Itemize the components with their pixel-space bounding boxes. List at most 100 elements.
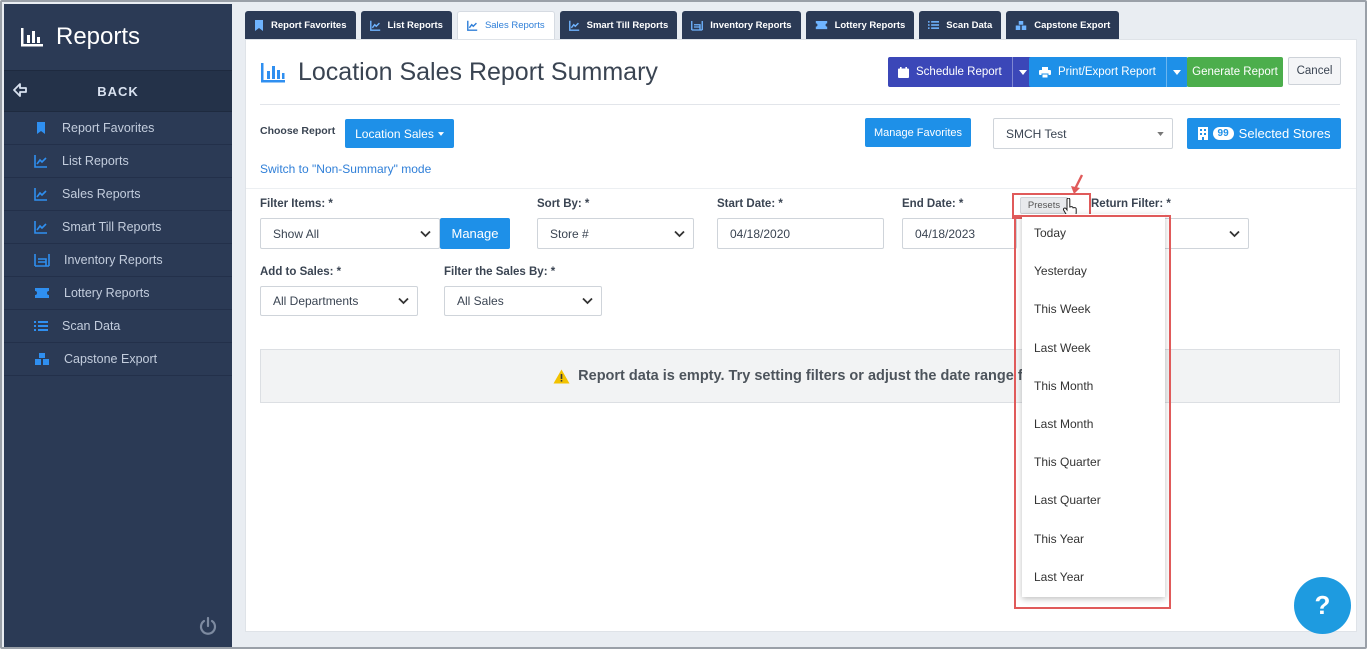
sidebar-item-label: Inventory Reports [64,253,163,267]
print-export-button[interactable]: Print/Export Report [1029,57,1188,87]
chevron-down-icon [1229,230,1240,237]
choose-report-label: Choose Report [260,125,336,137]
chevron-down-icon [420,230,431,237]
sidebar-item-list-reports[interactable]: List Reports [4,145,232,178]
tab-capstone-export[interactable]: Capstone Export [1006,11,1120,39]
chevron-down-icon [398,297,409,305]
report-tabs: Report Favorites List Reports Sales Repo… [245,11,1120,39]
tab-label: Report Favorites [271,19,347,31]
line-chart-icon [369,20,380,31]
sidebar-header: Reports [4,4,232,70]
sidebar-item-inventory-reports[interactable]: Inventory Reports [4,244,232,277]
ticket-icon [815,20,827,30]
cubes-icon [35,353,49,365]
tab-label: Capstone Export [1034,19,1111,31]
caret-down-icon [437,131,444,136]
line-chart-icon [34,155,47,168]
bar-chart-icon [261,62,285,82]
print-dropdown-caret[interactable] [1165,57,1188,87]
report-panel: Location Sales Report Summary Schedule R… [245,39,1357,632]
tab-label: Lottery Reports [834,19,906,31]
filter-sales-by-select[interactable]: All Sales [444,286,602,316]
sidebar-item-label: Report Favorites [62,121,155,135]
stores-count-badge: 99 [1212,127,1234,140]
presets-dropdown-highlight [1014,215,1171,609]
store-group-value: SMCH Test [1006,126,1067,141]
back-button[interactable]: BACK [4,70,232,112]
tab-list-reports[interactable]: List Reports [360,11,452,39]
sidebar-item-label: List Reports [62,154,129,168]
filter-sales-by-value: All Sales [457,294,504,308]
annotation-arrow-icon [1071,174,1084,194]
selected-stores-button[interactable]: 99 Selected Stores [1187,118,1341,149]
list-icon [34,321,48,331]
ticket-icon [35,288,49,298]
cancel-button[interactable]: Cancel [1288,57,1341,85]
tab-label: Smart Till Reports [586,19,669,31]
sidebar-item-sales-reports[interactable]: Sales Reports [4,178,232,211]
chevron-down-icon [674,230,685,237]
sidebar-item-scan-data[interactable]: Scan Data [4,310,232,343]
cubes-icon [1015,20,1027,30]
tab-report-favorites[interactable]: Report Favorites [245,11,356,39]
sidebar-item-smart-till-reports[interactable]: Smart Till Reports [4,211,232,244]
sidebar-item-lottery-reports[interactable]: Lottery Reports [4,277,232,310]
sort-by-select[interactable]: Store # [537,218,694,249]
tab-lottery-reports[interactable]: Lottery Reports [805,11,915,39]
calendar-icon [898,66,909,78]
manage-button[interactable]: Manage [440,218,510,249]
start-date-input[interactable]: 04/18/2020 [717,218,884,249]
line-chart-icon [467,20,478,31]
generate-report-button[interactable]: Generate Report [1187,57,1283,87]
return-filter-select[interactable] [1161,218,1249,249]
power-icon[interactable] [198,616,218,636]
print-export-label: Print/Export Report [1058,66,1156,78]
choose-report-dropdown[interactable]: Location Sales [345,119,454,148]
sort-by-label: Sort By: * [537,198,590,210]
end-date-input[interactable]: 04/18/2023 [902,218,1017,249]
tab-label: List Reports [387,19,443,31]
building-icon [1197,127,1208,140]
tab-scan-data[interactable]: Scan Data [919,11,1002,39]
non-summary-mode-link[interactable]: Switch to "Non-Summary" mode [260,162,431,176]
line-chart-icon [34,221,47,234]
help-button[interactable]: ? [1294,577,1351,634]
sidebar-item-label: Lottery Reports [64,286,150,300]
presets-button[interactable]: Presets [1020,197,1068,214]
empty-report-message: Report data is empty. Try setting filter… [578,368,1047,384]
warning-icon [553,369,570,383]
sort-by-value: Store # [550,226,589,241]
tab-inventory-reports[interactable]: Inventory Reports [682,11,801,39]
add-to-sales-select[interactable]: All Departments [260,286,418,316]
page-title-text: Location Sales Report Summary [298,58,658,86]
page-title: Location Sales Report Summary [260,58,658,87]
schedule-report-button[interactable]: Schedule Report [888,57,1034,87]
add-to-sales-value: All Departments [273,294,359,308]
start-date-label: Start Date: * [717,198,783,210]
caret-down-icon [1157,131,1164,136]
store-group-select[interactable]: SMCH Test [993,118,1173,149]
manage-favorites-button[interactable]: Manage Favorites [865,118,971,147]
list-icon [928,21,940,29]
sidebar-title: Reports [56,23,141,50]
bookmark-icon [37,122,45,134]
warehouse-icon [34,254,50,267]
bar-chart-icon [21,28,43,47]
tab-smart-till-reports[interactable]: Smart Till Reports [559,11,678,39]
caret-down-icon [1173,69,1182,75]
sidebar: Reports BACK Report Favorites List Repor… [4,4,232,647]
caret-down-icon [1019,69,1028,75]
filter-items-select[interactable]: Show All [260,218,440,249]
end-date-label: End Date: * [902,198,964,210]
sidebar-item-label: Capstone Export [64,352,158,366]
sidebar-item-label: Scan Data [62,319,121,333]
sidebar-item-capstone-export[interactable]: Capstone Export [4,343,232,376]
sidebar-item-report-favorites[interactable]: Report Favorites [4,112,232,145]
empty-report-alert: Report data is empty. Try setting filter… [260,349,1340,403]
printer-icon [1039,66,1051,78]
line-chart-icon [34,188,47,201]
tab-sales-reports[interactable]: Sales Reports [456,11,555,39]
add-to-sales-label: Add to Sales: * [260,266,342,278]
warehouse-icon [691,20,704,31]
line-chart-icon [568,20,579,31]
